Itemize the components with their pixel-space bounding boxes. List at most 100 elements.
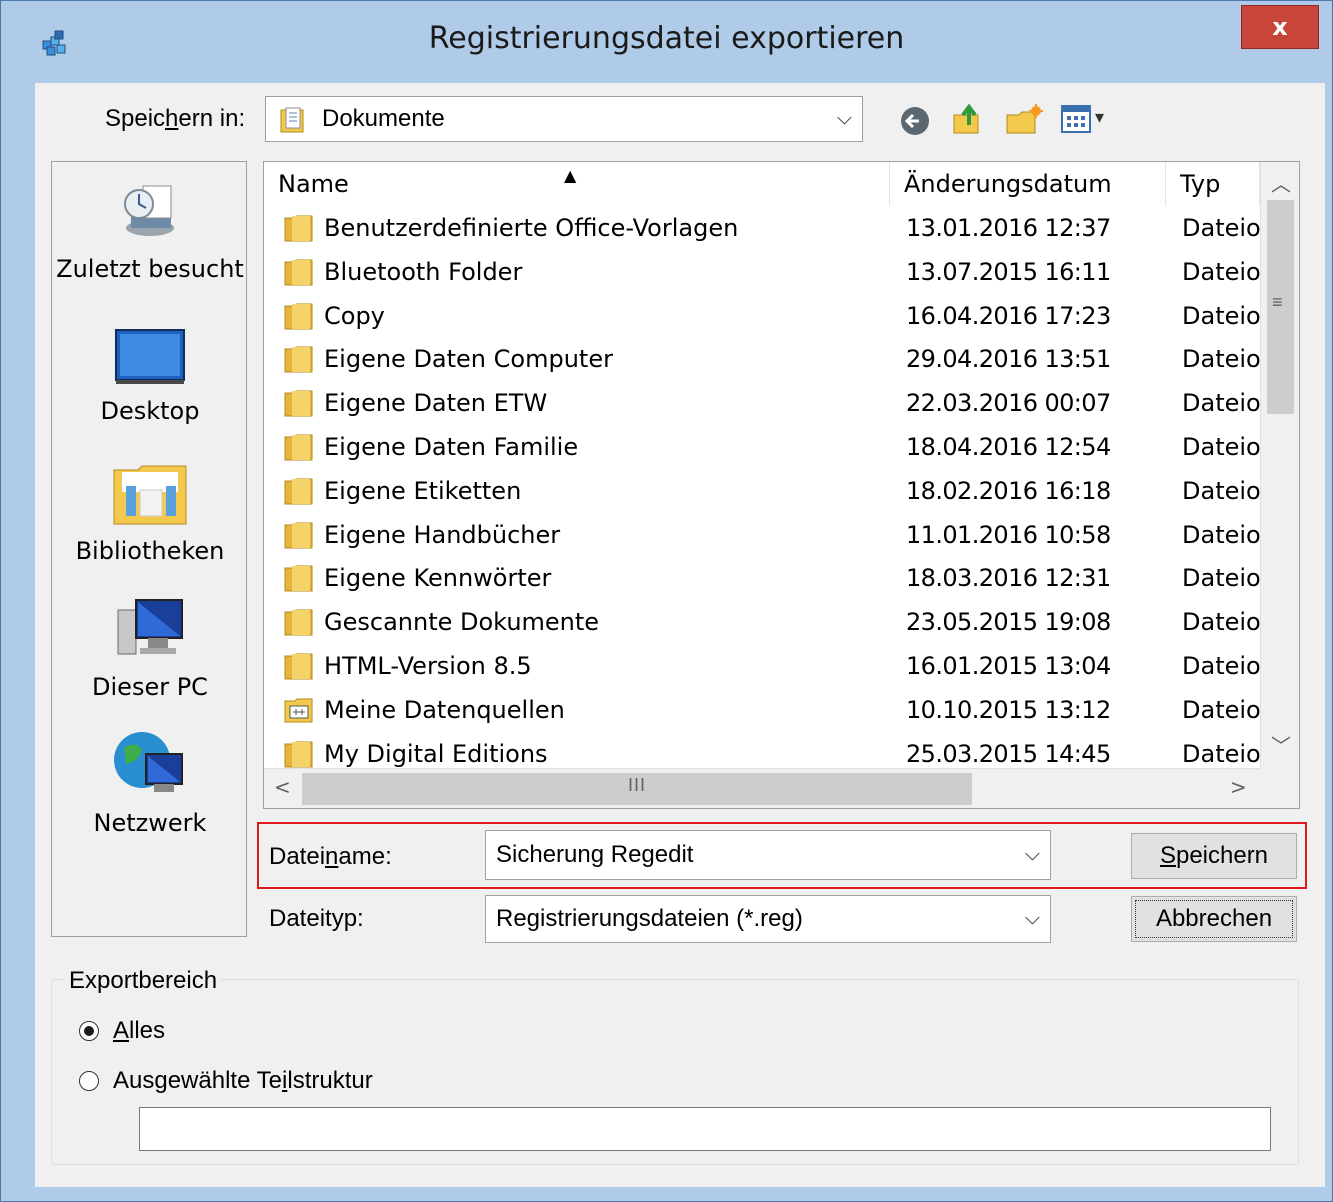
scroll-up-icon[interactable]: ︿: [1271, 168, 1291, 197]
grip-icon: ≡: [1272, 292, 1283, 312]
sort-ascending-icon: ▲: [564, 166, 577, 185]
place-label: Zuletzt besucht: [56, 255, 244, 283]
place-libraries[interactable]: Bibliotheken: [52, 460, 248, 565]
file-row[interactable]: Eigene Daten Familie 18.04.2016 12:54 Date…: [264, 425, 1260, 469]
cancel-button[interactable]: Abbrechen: [1131, 896, 1297, 942]
datasource-folder-icon: [284, 698, 313, 723]
selected-branch-input[interactable]: [139, 1107, 1271, 1151]
filename-input[interactable]: Sicherung Regedit: [496, 841, 693, 869]
file-type: Dateio: [1182, 564, 1260, 593]
vertical-scrollbar[interactable]: ︿ ≡ ﹀: [1260, 162, 1299, 768]
folder-icon: [284, 478, 313, 505]
filetype-value: Registrierungsdateien (*.reg): [496, 905, 803, 932]
place-desktop[interactable]: Desktop: [52, 328, 248, 425]
file-row[interactable]: Eigene Etiketten 18.02.2016 16:18 Dateio: [264, 469, 1260, 513]
grip-icon: III: [628, 775, 647, 795]
file-name: Gescannte Dokumente: [324, 608, 600, 637]
file-date: 16.04.2016 17:23: [906, 301, 1111, 330]
dropdown-arrow-icon: ▾: [1095, 107, 1105, 127]
column-header-name[interactable]: Name ▲: [264, 162, 890, 206]
places-bar: Zuletzt besucht Desktop Bibliotheken Die…: [51, 161, 247, 937]
scroll-left-icon[interactable]: <: [274, 775, 291, 799]
back-arrow-icon[interactable]: [899, 105, 931, 137]
file-name: Eigene Daten ETW: [324, 389, 548, 418]
file-row[interactable]: HTML-Version 8.5 16.01.2015 13:04 Dateio: [264, 644, 1260, 688]
close-button[interactable]: x: [1241, 5, 1319, 49]
place-recent[interactable]: Zuletzt besucht: [52, 178, 248, 283]
scroll-right-icon[interactable]: >: [1230, 775, 1247, 799]
folder-icon: [284, 522, 313, 549]
file-name: Copy: [324, 301, 385, 330]
radio-selected-branch-label[interactable]: Ausgewählte Teilstruktur: [113, 1067, 373, 1095]
file-row[interactable]: Copy 16.04.2016 17:23 Dateio: [264, 294, 1260, 338]
file-type: Dateio: [1182, 433, 1260, 461]
file-date: 10.10.2015 13:12: [906, 695, 1111, 724]
file-name: Bluetooth Folder: [324, 257, 523, 286]
file-row[interactable]: Eigene Kennwörter 18.03.2016 12:31 Dateio: [264, 556, 1260, 600]
file-type: Dateio: [1182, 608, 1260, 637]
vertical-scroll-thumb[interactable]: ≡: [1267, 200, 1294, 414]
file-row[interactable]: Benutzerdefinierte Office-Vorlagen 13.01.…: [264, 206, 1260, 250]
chevron-down-icon[interactable]: ⌵: [1025, 908, 1040, 931]
file-type: Dateio: [1182, 345, 1260, 374]
file-date: 23.05.2015 19:08: [906, 608, 1111, 637]
folder-icon: [284, 565, 313, 592]
save-in-value: Dokumente: [322, 105, 445, 132]
network-icon: [114, 732, 183, 792]
place-label: Bibliotheken: [75, 537, 225, 565]
save-in-combo[interactable]: Dokumente ⌵: [265, 96, 863, 142]
new-folder-icon[interactable]: [1005, 103, 1045, 137]
place-this-pc[interactable]: Dieser PC: [52, 596, 248, 701]
folder-icon: [284, 390, 313, 417]
file-type: Dateio: [1182, 520, 1260, 549]
radio-all[interactable]: [79, 1021, 99, 1041]
column-header-date[interactable]: Änderungsdatum: [890, 162, 1166, 206]
file-name: Meine Datenquellen: [324, 695, 565, 724]
folder-icon: [284, 215, 313, 242]
file-name: Eigene Handbücher: [324, 520, 561, 549]
file-row[interactable]: Meine Datenquellen 10.10.2015 13:12 Dateio: [264, 688, 1260, 732]
horizontal-scrollbar[interactable]: < III >: [264, 768, 1260, 808]
file-date: 22.03.2016 00:07: [906, 389, 1111, 418]
file-type: Dateio: [1182, 214, 1260, 242]
file-name: Benutzerdefinierte Office-Vorlagen: [324, 214, 739, 242]
file-row[interactable]: Eigene Daten Computer 29.04.2016 13:51 Dat…: [264, 337, 1260, 381]
folder-icon: [284, 434, 313, 461]
scroll-down-icon[interactable]: ﹀: [1271, 730, 1291, 759]
file-date: 16.01.2015 13:04: [906, 652, 1111, 680]
filename-label: Dateiname:: [269, 843, 392, 870]
view-menu-icon: [1061, 105, 1091, 133]
file-row[interactable]: Bluetooth Folder 13.07.2015 16:11 Dateio: [264, 250, 1260, 294]
save-button[interactable]: Speichern: [1131, 833, 1297, 879]
folder-icon: [284, 303, 313, 330]
place-label: Dieser PC: [92, 673, 208, 701]
horizontal-scroll-thumb[interactable]: III: [302, 773, 972, 805]
export-range-legend: Exportbereich: [65, 967, 222, 995]
filename-combo[interactable]: Sicherung Regedit ⌵: [485, 830, 1051, 880]
desktop-icon: [115, 329, 185, 384]
file-row[interactable]: Eigene Daten ETW 22.03.2016 00:07 Dateio: [264, 381, 1260, 425]
file-date: 29.04.2016 13:51: [906, 345, 1111, 374]
place-network[interactable]: Netzwerk: [52, 726, 248, 837]
radio-selected-branch[interactable]: [79, 1071, 99, 1091]
radio-all-label[interactable]: Alles: [113, 1017, 165, 1045]
place-label: Netzwerk: [93, 809, 207, 837]
file-date: 18.02.2016 16:18: [906, 476, 1111, 505]
file-row[interactable]: Eigene Handbücher 11.01.2016 10:58 Dateio: [264, 513, 1260, 557]
file-name: Eigene Daten Familie: [324, 433, 579, 461]
chevron-down-icon[interactable]: ⌵: [1025, 844, 1040, 867]
folder-icon: [284, 653, 313, 680]
column-header-type[interactable]: Typ: [1166, 162, 1260, 206]
focus-rect: [1135, 900, 1293, 938]
up-folder-icon[interactable]: [951, 101, 987, 137]
file-list[interactable]: Name ▲ Änderungsdatum Typ Benutzerdefini…: [263, 161, 1300, 809]
folder-icon: [284, 259, 313, 286]
view-menu-button[interactable]: ▾: [1061, 105, 1117, 137]
window-title: Registrierungsdatei exportieren: [428, 21, 905, 56]
file-date: 11.01.2016 10:58: [906, 520, 1111, 549]
filetype-select[interactable]: Registrierungsdateien (*.reg) ⌵: [485, 895, 1051, 943]
file-type: Dateio: [1182, 389, 1260, 418]
file-row[interactable]: Gescannte Dokumente 23.05.2015 19:08 Datei…: [264, 600, 1260, 644]
title-bar[interactable]: Registrierungsdatei exportieren x: [1, 1, 1332, 83]
file-date: 18.03.2016 12:31: [906, 564, 1111, 593]
